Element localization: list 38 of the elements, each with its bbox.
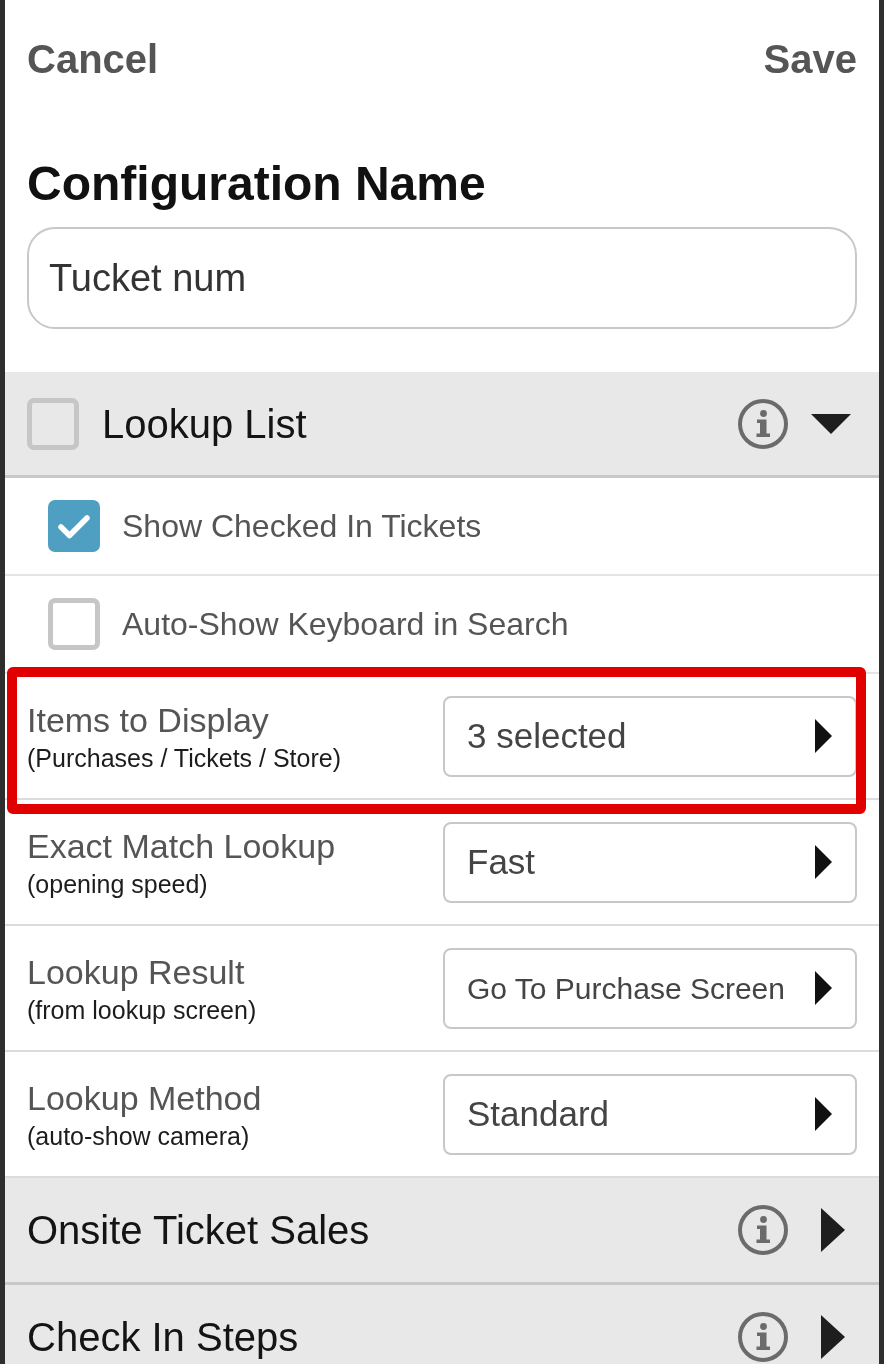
value-selector[interactable]: Fast: [443, 821, 857, 903]
caret-right-icon: [815, 971, 832, 1005]
section-header[interactable]: Onsite Ticket Sales: [5, 1178, 879, 1285]
setting-hint: (opening speed): [27, 868, 209, 899]
name-input-field[interactable]: Tucket num: [27, 227, 857, 329]
caret-right-icon[interactable]: [821, 1315, 845, 1359]
setting-hint: (Purchases / Tickets / Store): [27, 742, 341, 773]
checkbox[interactable]: [27, 397, 79, 450]
setting-label: Lookup Result: [27, 951, 246, 992]
setting-hint: (from lookup screen): [27, 994, 257, 1025]
info-icon[interactable]: [738, 1205, 788, 1255]
section-header[interactable]: Check In Steps: [5, 1285, 879, 1364]
checkbox-label: Show Checked In Tickets: [122, 507, 482, 546]
caret-right-icon: [815, 845, 832, 879]
value-selector[interactable]: Go To Purchase Screen: [443, 947, 857, 1029]
info-icon[interactable]: [738, 1312, 788, 1362]
caret-right-icon: [815, 719, 832, 753]
save-button[interactable]: Save: [763, 34, 857, 83]
setting-label: Items to Display: [27, 699, 270, 740]
value-selector[interactable]: Standard: [443, 1073, 857, 1155]
section-header[interactable]: Lookup List: [5, 372, 879, 478]
setting-hint: (auto-show camera): [27, 1120, 251, 1151]
setting-label: Exact Match Lookup: [27, 825, 336, 866]
section-title: Lookup List: [102, 401, 307, 446]
checkbox[interactable]: [48, 598, 100, 650]
caret-right-icon: [815, 1097, 832, 1131]
section-title: Check In Steps: [27, 1315, 299, 1359]
value-selector[interactable]: 3 selected: [443, 695, 857, 777]
field-title: Configuration Name: [27, 160, 487, 208]
caret-right-icon[interactable]: [821, 1208, 845, 1252]
section-title: Onsite Ticket Sales: [27, 1208, 370, 1252]
caret-down-icon[interactable]: [811, 413, 851, 434]
info-icon[interactable]: [738, 398, 788, 449]
checkbox[interactable]: [48, 500, 100, 552]
setting-label: Lookup Method: [27, 1077, 262, 1118]
checkmark-icon: [58, 513, 90, 539]
cancel-button[interactable]: Cancel: [27, 34, 159, 83]
checkbox-label: Auto-Show Keyboard in Search: [122, 605, 569, 644]
